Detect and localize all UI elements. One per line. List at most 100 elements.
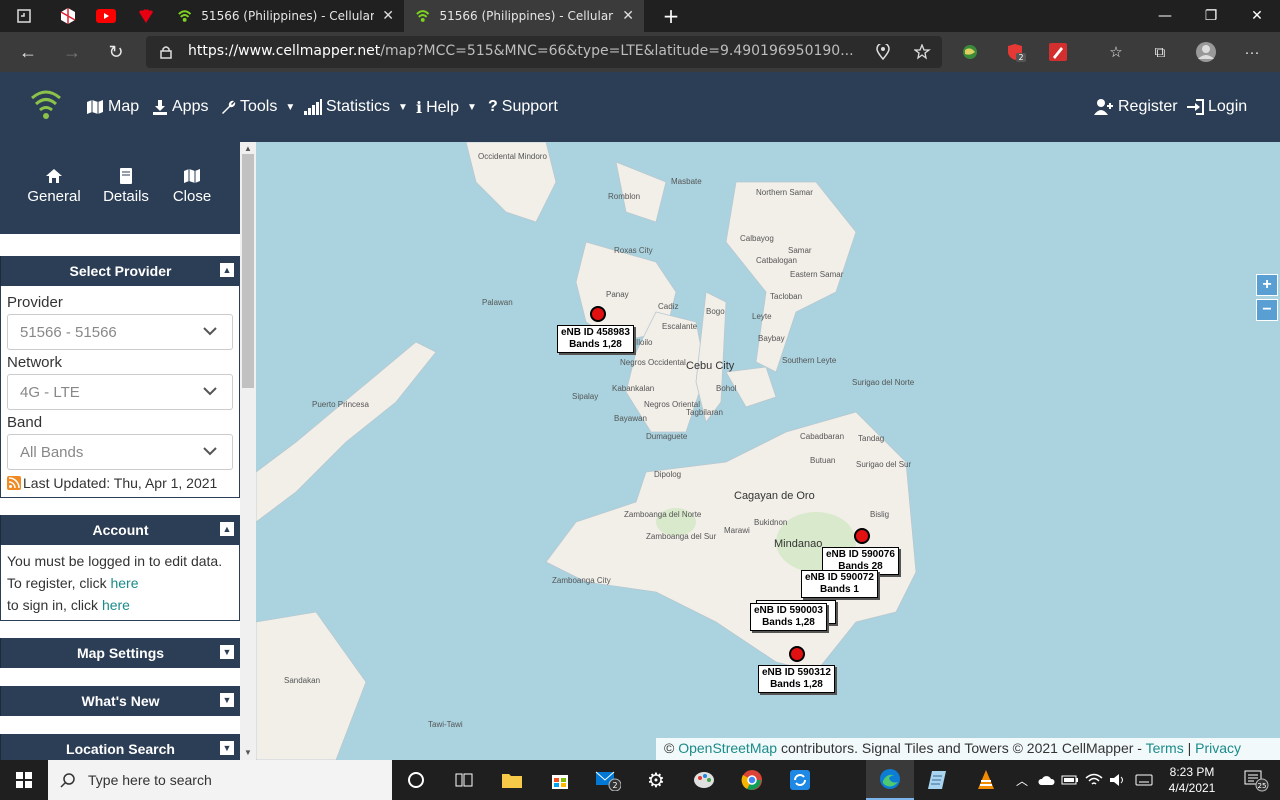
refresh-icon[interactable]: ↻: [100, 36, 132, 68]
browser-tab-1[interactable]: 51566 (Philippines) - Cellular Co ✕: [166, 0, 404, 32]
place-label: Surigao del Sur: [856, 460, 912, 469]
volume-icon[interactable]: [1106, 760, 1130, 800]
nav-apps[interactable]: Apps: [152, 98, 208, 116]
close-tab-icon[interactable]: ✕: [382, 8, 394, 24]
zoom-out-button[interactable]: −: [1256, 299, 1278, 321]
vlc-icon[interactable]: [962, 760, 1010, 800]
wifi-icon[interactable]: [1082, 760, 1106, 800]
cortana-icon[interactable]: [392, 760, 440, 800]
close-tab-icon[interactable]: ✕: [622, 8, 634, 24]
lock-icon[interactable]: [160, 45, 172, 59]
keyboard-icon[interactable]: [1130, 760, 1158, 800]
address-bar[interactable]: https://www.cellmapper.net/map?MCC=515&M…: [146, 36, 942, 68]
new-tab-icon[interactable]: +: [648, 0, 694, 32]
close-window-icon[interactable]: ✕: [1234, 0, 1280, 32]
band-select[interactable]: All Bands: [7, 434, 233, 470]
map-settings-header[interactable]: Map Settings ▼: [0, 638, 240, 668]
sidebar-scrollbar-thumb[interactable]: [242, 154, 254, 388]
settings-more-icon[interactable]: ···: [1236, 36, 1268, 68]
place-label: Tacloban: [770, 292, 803, 301]
location-search-header[interactable]: Location Search ▼: [0, 734, 240, 760]
taskbar-clock[interactable]: 8:23 PM 4/4/2021: [1160, 764, 1224, 796]
notepad-icon[interactable]: [914, 760, 962, 800]
store-icon[interactable]: [536, 760, 584, 800]
rss-icon[interactable]: [7, 476, 21, 490]
pinned-tab-cube-icon[interactable]: [50, 0, 86, 32]
tower-marker[interactable]: [789, 646, 805, 662]
tower-label[interactable]: eNB ID 590312 Bands 1,28: [758, 665, 835, 693]
collapse-icon[interactable]: ▲: [220, 522, 234, 536]
nav-tools[interactable]: Tools ▼: [220, 98, 295, 116]
battery-icon[interactable]: [1058, 760, 1082, 800]
back-icon[interactable]: ←: [12, 36, 44, 68]
extension-globe-icon[interactable]: [954, 36, 986, 68]
task-view-icon[interactable]: [440, 760, 488, 800]
edge-browser-icon[interactable]: [866, 760, 914, 800]
file-explorer-icon[interactable]: [488, 760, 536, 800]
home-icon: [46, 169, 62, 183]
collapse-icon[interactable]: ▲: [220, 263, 234, 277]
start-button[interactable]: [0, 760, 48, 800]
tab-close[interactable]: Close: [160, 168, 224, 205]
account-header[interactable]: Account ▲: [0, 515, 240, 545]
tower-label[interactable]: eNB ID 590072 Bands 1: [801, 570, 878, 598]
nav-support[interactable]: ? Support: [488, 98, 558, 116]
login-link[interactable]: Login: [1186, 98, 1247, 116]
paint-icon[interactable]: [680, 760, 728, 800]
nav-help[interactable]: i Help ▼: [416, 98, 477, 117]
tower-label[interactable]: eNB ID 458983 Bands 1,28: [557, 325, 634, 353]
whats-new-header[interactable]: What's New ▼: [0, 686, 240, 716]
show-hidden-icons-icon[interactable]: ︿: [1010, 760, 1034, 800]
scroll-down-icon[interactable]: ▼: [244, 748, 252, 757]
tab-general[interactable]: General: [22, 168, 86, 205]
select-provider-header[interactable]: Select Provider ▲: [0, 256, 240, 286]
tab-details[interactable]: Details: [94, 168, 158, 205]
tower-marker[interactable]: [854, 528, 870, 544]
map-canvas[interactable]: Occidental Mindoro Romblon Masbate North…: [256, 142, 1280, 760]
profile-avatar-icon[interactable]: [1190, 36, 1222, 68]
settings-gear-icon[interactable]: ⚙: [632, 760, 680, 800]
chrome-icon[interactable]: [728, 760, 776, 800]
sidebar-tabs: General Details Close: [0, 142, 240, 234]
maximize-icon[interactable]: ❐: [1188, 0, 1234, 32]
cellmapper-logo-icon[interactable]: [28, 88, 64, 124]
tower-marker[interactable]: [590, 306, 606, 322]
collections-icon[interactable]: ⧉: [1144, 36, 1176, 68]
privacy-link[interactable]: Privacy: [1195, 740, 1241, 756]
zoom-in-button[interactable]: +: [1256, 274, 1278, 296]
terms-link[interactable]: Terms: [1146, 740, 1184, 756]
pinned-tab-huawei-icon[interactable]: [128, 0, 164, 32]
last-updated-text: Last Updated: Thu, Apr 1, 2021: [23, 475, 218, 491]
mail-icon[interactable]: 2: [584, 760, 632, 800]
favorites-icon[interactable]: ☆: [1100, 36, 1132, 68]
add-favorite-icon[interactable]: [914, 44, 932, 60]
cellmapper-favicon-icon: [416, 10, 430, 22]
openstreetmap-link[interactable]: OpenStreetMap: [678, 740, 777, 756]
sync-app-icon[interactable]: [776, 760, 824, 800]
expand-icon[interactable]: ▼: [220, 693, 234, 707]
onedrive-icon[interactable]: [1034, 760, 1058, 800]
scroll-up-icon[interactable]: ▲: [244, 144, 252, 153]
taskbar-search[interactable]: Type here to search: [48, 760, 392, 800]
expand-icon[interactable]: ▼: [220, 741, 234, 755]
extension-pen-icon[interactable]: [1042, 36, 1074, 68]
tower-label[interactable]: eNB ID 590003 Bands 1,28: [750, 603, 827, 631]
register-here-link[interactable]: here: [110, 575, 138, 591]
network-label: Network: [7, 354, 63, 371]
signin-here-link[interactable]: here: [102, 597, 130, 613]
nav-map[interactable]: Map: [86, 98, 139, 116]
pinned-tab-youtube-icon[interactable]: [88, 0, 124, 32]
sign-in-icon: [1187, 99, 1204, 115]
extension-shield-icon[interactable]: 2: [1000, 36, 1032, 68]
expand-icon[interactable]: ▼: [220, 645, 234, 659]
tab-actions-icon[interactable]: [6, 0, 42, 32]
register-link[interactable]: Register: [1094, 98, 1178, 116]
provider-select[interactable]: 51566 - 51566: [7, 314, 233, 350]
network-select[interactable]: 4G - LTE: [7, 374, 233, 410]
nav-statistics[interactable]: Statistics ▼: [304, 98, 408, 116]
browser-tab-2[interactable]: 51566 (Philippines) - Cellular Co ✕: [404, 0, 644, 32]
notifications-icon[interactable]: 25: [1232, 760, 1280, 800]
forward-icon[interactable]: →: [56, 36, 88, 68]
minimize-icon[interactable]: —: [1142, 0, 1188, 32]
location-permission-icon[interactable]: [876, 44, 890, 60]
